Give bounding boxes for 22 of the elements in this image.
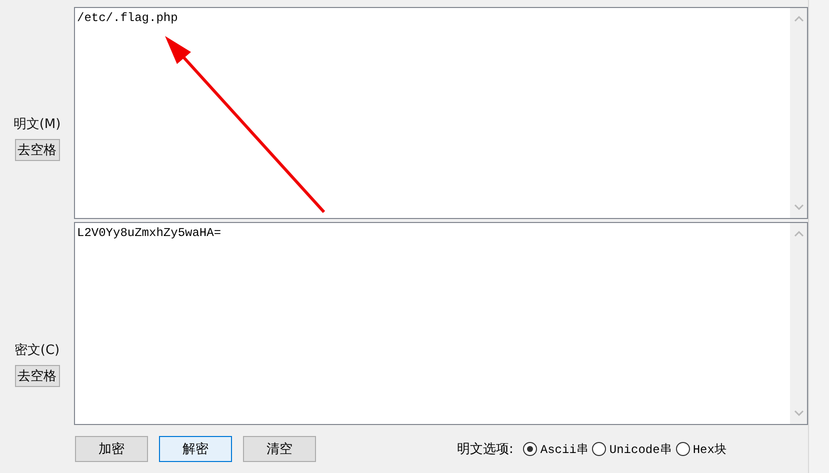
trim-spaces-button[interactable]: 去空格 <box>14 364 60 386</box>
radio-option[interactable]: Ascii串 <box>523 440 588 458</box>
field-label: 密文(C) <box>14 342 60 358</box>
action-button[interactable]: 加密 <box>75 436 148 462</box>
text-area[interactable]: /etc/.flag.php <box>74 7 808 219</box>
radio-option[interactable]: Unicode串 <box>592 440 672 458</box>
action-button[interactable]: 解密 <box>159 436 232 462</box>
scroll-up-icon[interactable] <box>794 231 804 237</box>
radio-option[interactable]: Hex块 <box>676 440 726 458</box>
action-button[interactable]: 清空 <box>243 436 316 462</box>
scrollbar[interactable] <box>790 8 807 218</box>
radio-button[interactable] <box>592 442 606 456</box>
trim-spaces-button[interactable]: 去空格 <box>14 139 60 161</box>
scrollbar[interactable] <box>790 223 807 424</box>
scroll-down-icon[interactable] <box>794 204 804 210</box>
scroll-up-icon[interactable] <box>794 16 804 22</box>
options-label: 明文选项: <box>457 441 514 458</box>
text-area[interactable]: L2V0Yy8uZmxhZy5waHA= <box>74 222 808 425</box>
field-label: 明文(M) <box>13 116 61 133</box>
radio-button[interactable] <box>676 442 690 456</box>
scroll-down-icon[interactable] <box>794 410 804 416</box>
radio-button[interactable] <box>523 442 538 456</box>
